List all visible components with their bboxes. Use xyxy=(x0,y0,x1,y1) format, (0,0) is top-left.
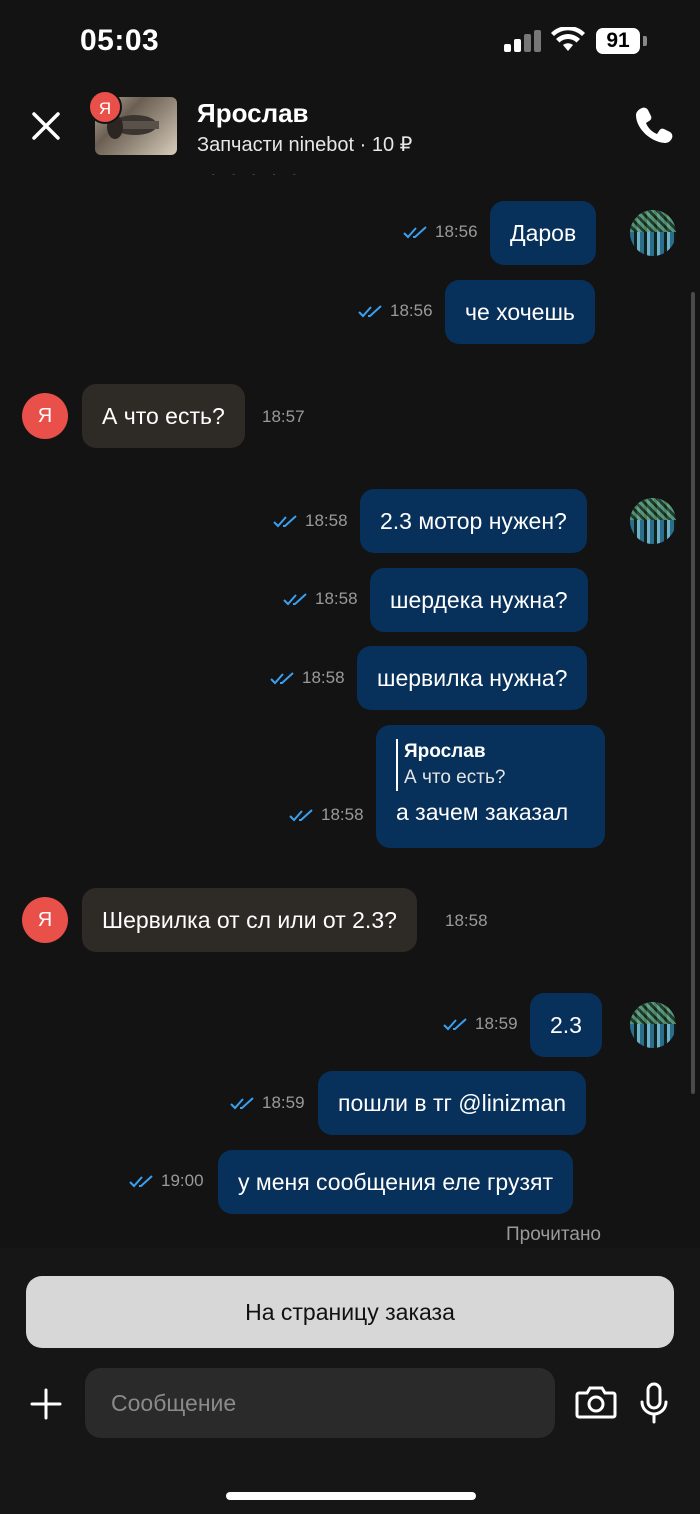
message-list[interactable]: · · · · · 18:56 Даров 18:56 че хочешь Я … xyxy=(0,174,700,1248)
outgoing-message[interactable]: 2.3 xyxy=(530,993,602,1057)
message-meta: 18:56 xyxy=(403,222,478,242)
reply-text: а зачем заказал xyxy=(396,799,569,825)
message-meta: 19:00 xyxy=(129,1171,204,1191)
battery-tip xyxy=(643,36,647,46)
camera-icon[interactable] xyxy=(575,1384,617,1420)
outgoing-message[interactable]: шервилка нужна? xyxy=(357,646,588,710)
message-time: 18:56 xyxy=(390,301,433,320)
read-status: Прочитано xyxy=(506,1224,601,1245)
double-check-icon xyxy=(443,1017,467,1030)
double-check-icon xyxy=(270,671,294,684)
status-bar: 05:03 91 xyxy=(0,0,700,84)
quoted-message[interactable]: Ярослав А что есть? xyxy=(396,739,505,791)
close-icon[interactable] xyxy=(28,108,64,144)
user-avatar[interactable] xyxy=(630,210,676,256)
go-to-order-button[interactable]: На страницу заказа xyxy=(26,1276,674,1348)
user-avatar[interactable] xyxy=(630,1002,676,1048)
double-check-icon xyxy=(230,1096,254,1109)
message-meta: 18:58 xyxy=(270,668,345,688)
message-time: 18:56 xyxy=(435,222,478,241)
outgoing-message[interactable]: шердека нужна? xyxy=(370,568,588,632)
double-check-icon xyxy=(289,808,313,821)
message-meta: 18:59 xyxy=(443,1014,518,1034)
wifi-icon xyxy=(551,27,585,51)
quoted-text: А что есть? xyxy=(404,767,506,788)
contact-avatar[interactable]: Я xyxy=(22,393,68,439)
microphone-icon[interactable] xyxy=(640,1382,668,1424)
message-meta: 18:58 xyxy=(289,805,364,825)
scrollbar[interactable] xyxy=(691,292,695,1094)
phone-call-icon[interactable] xyxy=(634,104,674,144)
incoming-message[interactable]: А что есть? xyxy=(82,384,245,448)
seller-badge-avatar: Я xyxy=(88,90,122,124)
outgoing-message[interactable]: Даров xyxy=(490,201,597,265)
listing-subtitle[interactable]: Запчасти ninebot · 10 ₽ xyxy=(197,132,412,157)
contact-avatar[interactable]: Я xyxy=(22,897,68,943)
message-meta: 18:59 xyxy=(230,1093,305,1113)
composer-area: На страницу заказа xyxy=(0,1248,700,1514)
incoming-message[interactable]: Шервилка от сл или от 2.3? xyxy=(82,888,417,952)
message-meta: 18:56 xyxy=(358,301,433,321)
status-time: 05:03 xyxy=(80,24,160,57)
double-check-icon xyxy=(358,304,382,317)
message-time: 18:58 xyxy=(315,589,358,608)
message-time: 18:59 xyxy=(475,1014,518,1033)
contact-name[interactable]: Ярослав xyxy=(197,98,309,129)
message-time: 18:58 xyxy=(305,511,348,530)
double-check-icon xyxy=(129,1174,153,1187)
chat-header: Я Ярослав Запчасти ninebot · 10 ₽ xyxy=(0,84,700,174)
double-check-icon xyxy=(403,225,427,238)
message-time: 18:59 xyxy=(262,1093,305,1112)
plus-icon[interactable] xyxy=(28,1386,64,1422)
home-indicator xyxy=(226,1492,476,1500)
quoted-author: Ярослав xyxy=(404,741,486,762)
message-meta: 18:58 xyxy=(283,589,358,609)
message-time: 19:00 xyxy=(161,1171,204,1190)
message-time: 18:58 xyxy=(445,911,488,930)
cellular-signal-icon xyxy=(504,30,542,52)
user-avatar[interactable] xyxy=(630,498,676,544)
double-check-icon xyxy=(283,592,307,605)
outgoing-message[interactable]: че хочешь xyxy=(445,280,595,344)
message-time: 18:58 xyxy=(302,668,345,687)
partially-hidden-text: · · · · · xyxy=(210,174,302,185)
double-check-icon xyxy=(273,514,297,527)
message-input[interactable] xyxy=(85,1368,555,1438)
outgoing-message[interactable]: пошли в тг @linizman xyxy=(318,1071,586,1135)
message-time: 18:58 xyxy=(321,805,364,824)
message-time: 18:57 xyxy=(262,407,305,426)
outgoing-message[interactable]: у меня сообщения еле грузят xyxy=(218,1150,573,1214)
message-meta: 18:58 xyxy=(273,511,348,531)
battery-level: 91 xyxy=(596,28,640,54)
outgoing-message[interactable]: 2.3 мотор нужен? xyxy=(360,489,587,553)
outgoing-reply-message[interactable]: Ярослав А что есть? а зачем заказал xyxy=(376,725,605,848)
